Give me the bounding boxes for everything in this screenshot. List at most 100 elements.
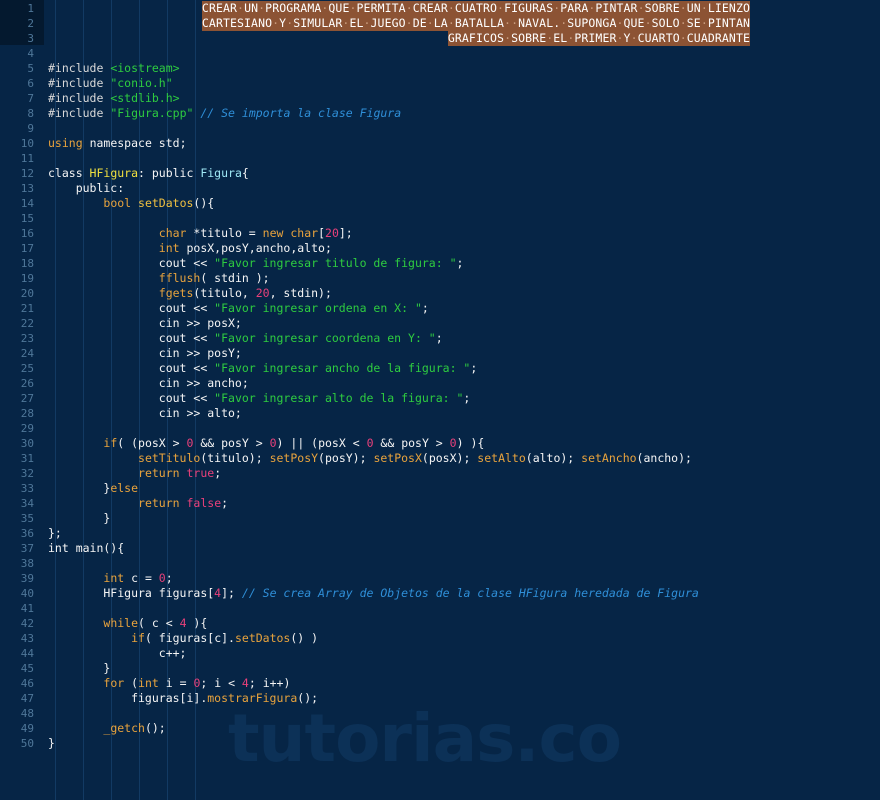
line-number: 16 — [20, 227, 34, 240]
code-text: cin >> ancho; — [48, 376, 249, 390]
line-number: 7 — [27, 92, 34, 105]
code-line[interactable]: 21 cout << "Favor ingresar ordena en X: … — [0, 301, 880, 316]
code-line[interactable]: 46 for (int i = 0; i < 4; i++) — [0, 676, 880, 691]
code-line[interactable]: 42 while( c < 4 ){ — [0, 616, 880, 631]
code-line[interactable]: 43 if( figuras[c].setDatos() ) — [0, 631, 880, 646]
code-line[interactable]: 35 } — [0, 511, 880, 526]
code-line[interactable]: 38 — [0, 556, 880, 571]
code-line[interactable]: 47 figuras[i].mostrarFigura(); — [0, 691, 880, 706]
line-number: 35 — [20, 512, 34, 525]
line-number: 39 — [20, 572, 34, 585]
code-line[interactable]: 4 — [0, 46, 880, 61]
code-line[interactable]: 23 cout << "Favor ingresar coordena en Y… — [0, 331, 880, 346]
code-line[interactable]: 36 }; — [0, 526, 880, 541]
line-number: 41 — [20, 602, 34, 615]
code-text: while( c < 4 ){ — [103, 616, 208, 630]
code-text: if( (posX > 0 && posY > 0) || (posX < 0 … — [103, 436, 485, 450]
code-text: cout << "Favor ingresar ordena en X: "; — [48, 301, 429, 315]
code-line[interactable]: 17 int posX,posY,ancho,alto; — [0, 241, 880, 256]
code-line[interactable]: 3 GRAFICOS·SOBRE·EL·PRIMER·Y·CUARTO·CUAD… — [0, 31, 880, 46]
line-number: 38 — [20, 557, 34, 570]
code-lines-container[interactable]: 1 CREAR·UN·PROGRAMA·QUE·PERMITA·CREAR·CU… — [0, 0, 880, 751]
code-text: class HFigura: public Figura{ — [48, 166, 249, 180]
code-text: fflush( stdin ); — [158, 271, 270, 285]
line-number: 20 — [20, 287, 34, 300]
code-text: _getch(); — [103, 721, 166, 735]
code-text: int main(){ — [48, 541, 125, 555]
code-line[interactable]: 34 return false; — [0, 496, 880, 511]
line-number: 33 — [20, 482, 34, 495]
prompt-line-3: GRAFICOS·SOBRE·EL·PRIMER·Y·CUARTO·CUADRA… — [447, 31, 750, 46]
code-text: setTitulo(titulo); setPosY(posY); setPos… — [138, 451, 692, 465]
line-number: 19 — [20, 272, 34, 285]
code-editor[interactable]: tutorias.co 1 CREAR·UN·PROGRAMA·QUE·PERM… — [0, 0, 880, 800]
code-line[interactable]: 1 CREAR·UN·PROGRAMA·QUE·PERMITA·CREAR·CU… — [0, 1, 880, 16]
code-line[interactable]: 24 cin >> posY; — [0, 346, 880, 361]
code-line[interactable]: 5 #include <iostream> — [0, 61, 880, 76]
code-text: return true; — [138, 466, 222, 480]
code-line[interactable]: 9 — [0, 121, 880, 136]
code-line[interactable]: 25 cout << "Favor ingresar ancho de la f… — [0, 361, 880, 376]
line-number: 4 — [27, 47, 34, 60]
code-line[interactable]: 27 cout << "Favor ingresar alto de la fi… — [0, 391, 880, 406]
line-number: 25 — [20, 362, 34, 375]
code-text: }else — [48, 481, 139, 495]
code-text: cout << "Favor ingresar titulo de figura… — [48, 256, 464, 270]
code-line[interactable]: 8 #include "Figura.cpp" // Se importa la… — [0, 106, 880, 121]
code-line[interactable]: 28 cin >> alto; — [0, 406, 880, 421]
code-line[interactable]: 41 — [0, 601, 880, 616]
code-line[interactable]: 50 } — [0, 736, 880, 751]
code-line[interactable]: 44 c++; — [0, 646, 880, 661]
code-text: } — [48, 511, 111, 525]
code-line[interactable]: 32 return true; — [0, 466, 880, 481]
code-line[interactable]: 14 bool setDatos(){ — [0, 196, 880, 211]
code-line[interactable]: 29 — [0, 421, 880, 436]
code-line[interactable]: 30 if( (posX > 0 && posY > 0) || (posX <… — [0, 436, 880, 451]
line-number: 34 — [20, 497, 34, 510]
code-text: #include <stdlib.h> — [48, 91, 180, 105]
line-number: 1 — [27, 2, 34, 15]
code-text: } — [48, 736, 55, 750]
code-line[interactable]: 18 cout << "Favor ingresar titulo de fig… — [0, 256, 880, 271]
code-line[interactable]: 31 setTitulo(titulo); setPosY(posY); set… — [0, 451, 880, 466]
code-line[interactable]: 40 HFigura figuras[4]; // Se crea Array … — [0, 586, 880, 601]
line-number: 45 — [20, 662, 34, 675]
line-number: 22 — [20, 317, 34, 330]
line-number: 47 — [20, 692, 34, 705]
line-number: 9 — [27, 122, 34, 135]
code-text: figuras[i].mostrarFigura(); — [48, 691, 319, 705]
code-line[interactable]: 6 #include "conio.h" — [0, 76, 880, 91]
code-line[interactable]: 7 #include <stdlib.h> — [0, 91, 880, 106]
code-line[interactable]: 33 }else — [0, 481, 880, 496]
line-number: 28 — [20, 407, 34, 420]
code-line[interactable]: 10 using namespace std; — [0, 136, 880, 151]
line-number: 46 — [20, 677, 34, 690]
code-line[interactable]: 39 int c = 0; — [0, 571, 880, 586]
code-text: return false; — [138, 496, 229, 510]
code-line[interactable]: 37 int main(){ — [0, 541, 880, 556]
code-line[interactable]: 48 — [0, 706, 880, 721]
code-line[interactable]: 19 fflush( stdin ); — [0, 271, 880, 286]
line-number: 6 — [27, 77, 34, 90]
code-line[interactable]: 11 — [0, 151, 880, 166]
code-line[interactable]: 13 public: — [0, 181, 880, 196]
code-line[interactable]: 49 _getch(); — [0, 721, 880, 736]
line-number: 26 — [20, 377, 34, 390]
line-number: 12 — [20, 167, 34, 180]
code-line[interactable]: 12 class HFigura: public Figura{ — [0, 166, 880, 181]
code-text: c++; — [48, 646, 187, 660]
code-text: using namespace std; — [48, 136, 187, 150]
code-line[interactable]: 2 CARTESIANO·Y·SIMULAR·EL·JUEGO·DE·LA·BA… — [0, 16, 880, 31]
line-number: 48 — [20, 707, 34, 720]
code-line[interactable]: 22 cin >> posX; — [0, 316, 880, 331]
line-number: 43 — [20, 632, 34, 645]
code-line[interactable]: 20 fgets(titulo, 20, stdin); — [0, 286, 880, 301]
code-line[interactable]: 45 } — [0, 661, 880, 676]
code-line[interactable]: 26 cin >> ancho; — [0, 376, 880, 391]
line-number: 10 — [20, 137, 34, 150]
code-text: cin >> posY; — [48, 346, 242, 360]
code-line[interactable]: 15 — [0, 211, 880, 226]
line-number: 15 — [20, 212, 34, 225]
code-line[interactable]: 16 char *titulo = new char[20]; — [0, 226, 880, 241]
prompt-line-2: CARTESIANO·Y·SIMULAR·EL·JUEGO·DE·LA·BATA… — [201, 16, 750, 31]
